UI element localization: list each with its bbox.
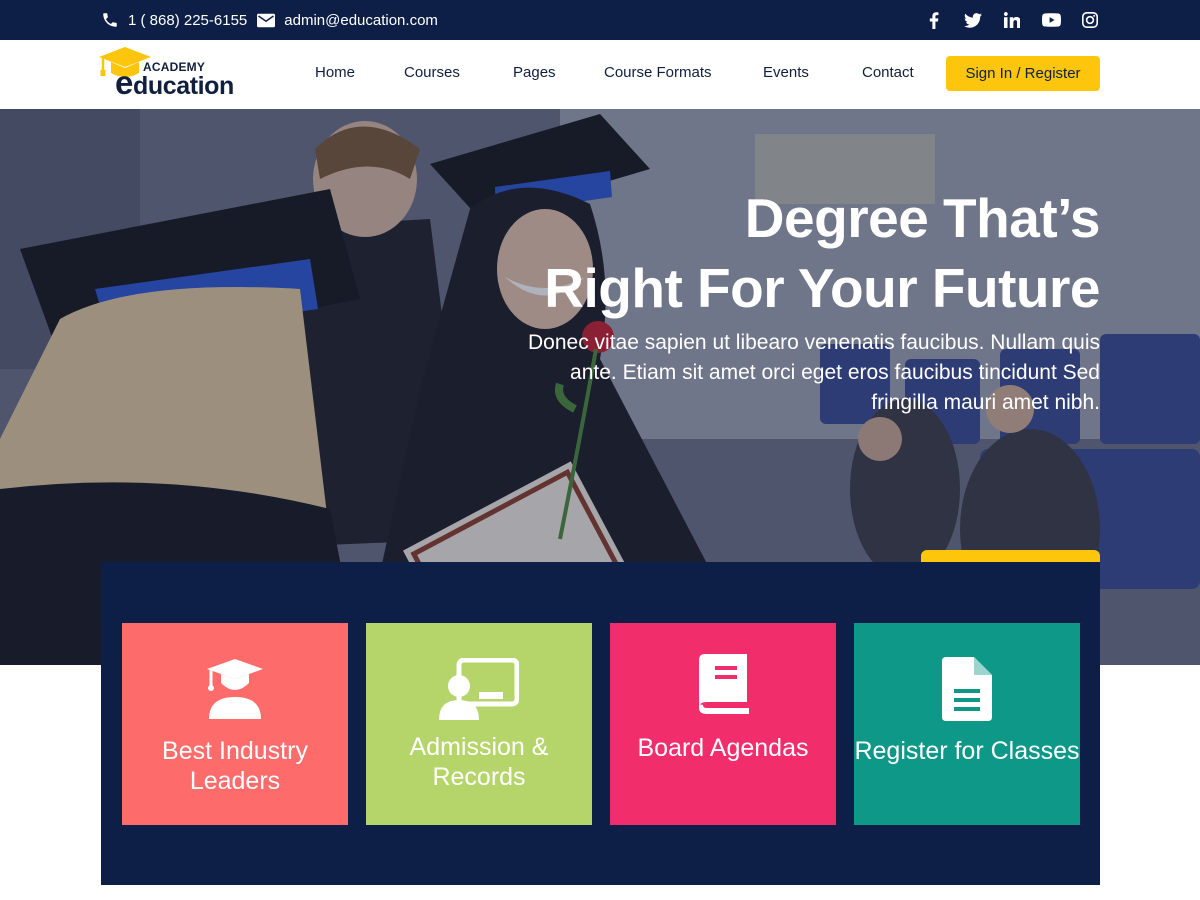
feature-label: Best Industry Leaders <box>162 737 308 795</box>
phone-number: 1 ( 868) 225-6155 <box>128 11 248 29</box>
email-address: admin@education.com <box>284 11 438 29</box>
top-info-bar: 1 ( 868) 225-6155 admin@education.com <box>0 0 1200 40</box>
twitter-icon[interactable] <box>963 10 983 30</box>
teacher-board-icon <box>366 658 592 722</box>
feature-label: Board Agendas <box>637 734 809 762</box>
hero-title: Degree That’s Right For Your Future <box>544 183 1100 323</box>
phone-icon <box>103 13 117 27</box>
feature-card-best-industry-leaders[interactable]: Best Industry Leaders <box>122 623 348 825</box>
contact-info: 1 ( 868) 225-6155 admin@education.com <box>101 0 448 40</box>
document-icon <box>854 657 1080 721</box>
graduate-icon <box>122 657 348 721</box>
envelope-icon <box>257 13 276 27</box>
feature-label: Admission & Records <box>409 733 549 791</box>
nav-contact[interactable]: Contact <box>862 64 914 81</box>
email-contact[interactable]: admin@education.com <box>257 12 438 29</box>
features-panel: Best Industry Leaders Admission & Record… <box>101 562 1100 885</box>
nav-pages[interactable]: Pages <box>513 64 556 81</box>
feature-card-register-classes[interactable]: Register for Classes <box>854 623 1080 825</box>
site-header: ACADEMY education Home Courses Pages Cou… <box>0 40 1200 109</box>
hero-title-line-2: Right For Your Future <box>544 257 1100 319</box>
linkedin-icon[interactable] <box>1002 10 1022 30</box>
nav-home[interactable]: Home <box>315 64 355 81</box>
book-icon <box>610 654 836 716</box>
feature-card-admission-records[interactable]: Admission & Records <box>366 623 592 825</box>
feature-card-board-agendas[interactable]: Board Agendas <box>610 623 836 825</box>
social-links <box>905 0 1100 40</box>
nav-events[interactable]: Events <box>763 64 809 81</box>
hero-title-line-1: Degree That’s <box>744 187 1101 249</box>
youtube-icon[interactable] <box>1041 10 1061 30</box>
sign-in-register-button[interactable]: Sign In / Register <box>946 56 1100 91</box>
phone-contact[interactable]: 1 ( 868) 225-6155 <box>101 11 247 29</box>
instagram-icon[interactable] <box>1080 10 1100 30</box>
feature-label: Register for Classes <box>854 737 1080 765</box>
nav-course-formats[interactable]: Course Formats <box>604 64 712 81</box>
facebook-icon[interactable] <box>924 10 944 30</box>
nav-courses[interactable]: Courses <box>404 64 460 81</box>
hero-description: Donec vitae sapien ut libearo venenatis … <box>528 331 1100 414</box>
